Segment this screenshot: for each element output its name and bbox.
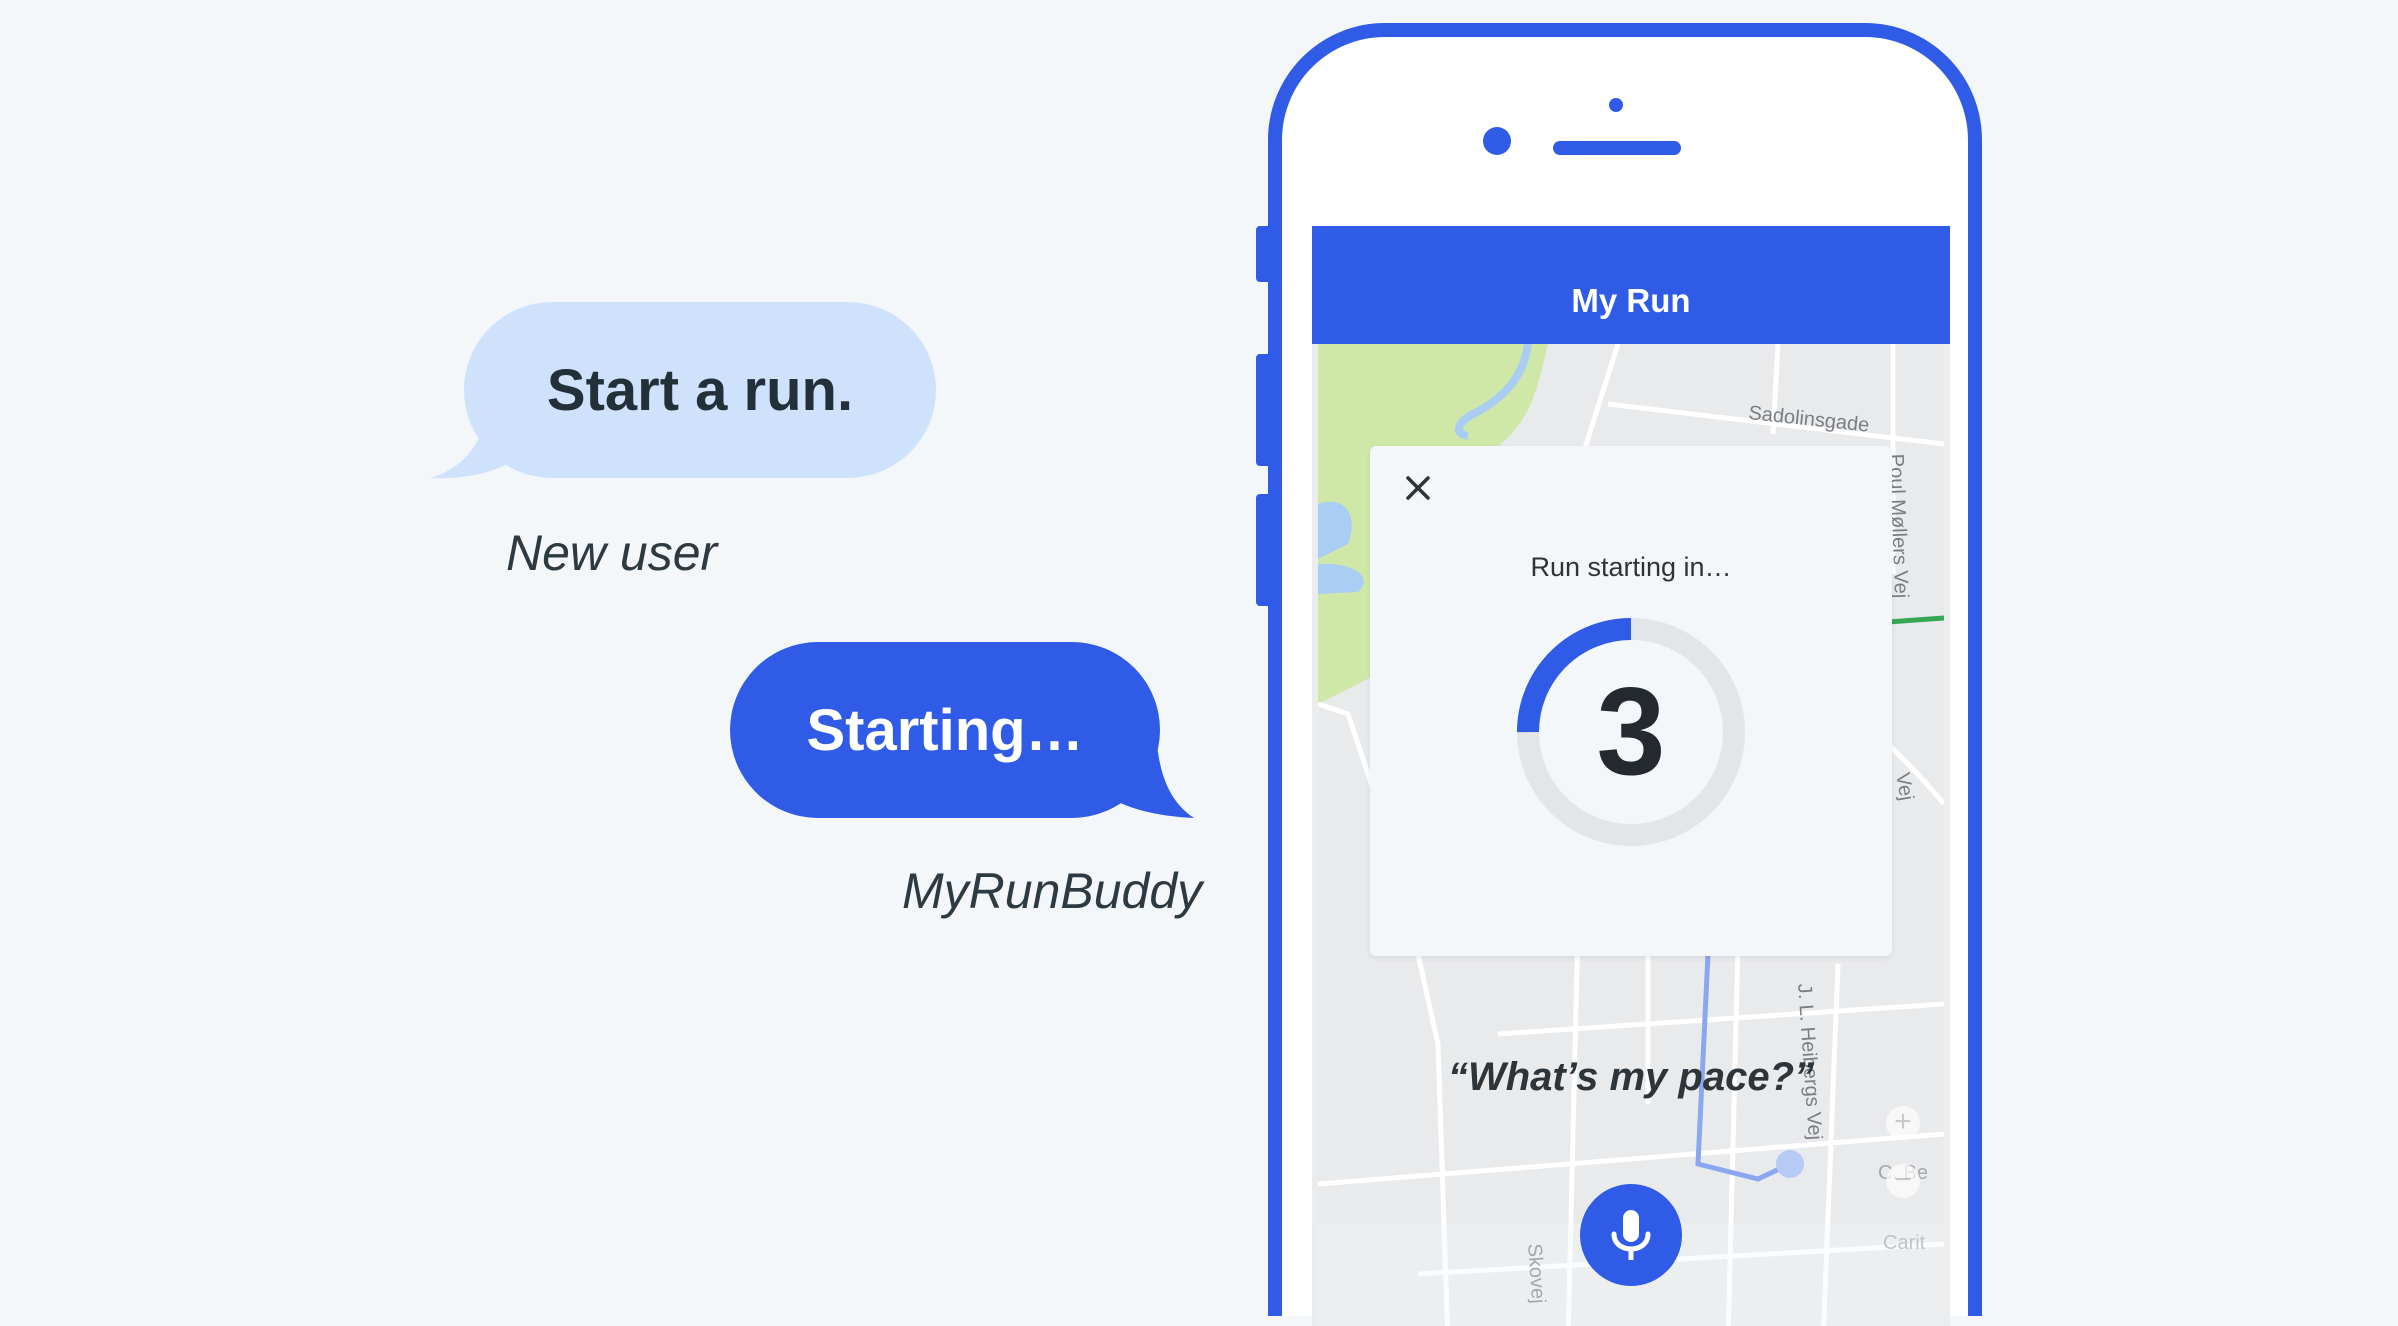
bot-name-caption: MyRunBuddy <box>902 863 1203 919</box>
countdown-number: 3 <box>1596 663 1666 801</box>
user-message-bubble: Start a run. <box>464 302 936 478</box>
phone-frame <box>1256 23 1982 1316</box>
voice-prompt-text: “What’s my pace?” <box>1447 1055 1815 1099</box>
mic-button[interactable] <box>1580 1184 1682 1286</box>
app-bar: My Run <box>1312 226 1950 344</box>
zoom-in-button[interactable]: + <box>1886 1106 1920 1140</box>
mic-icon <box>1611 1210 1651 1260</box>
close-icon[interactable] <box>1398 468 1438 508</box>
countdown-dialog: Run starting in… 3 <box>1370 446 1892 956</box>
app-title: My Run <box>1571 282 1691 319</box>
dialog-title: Run starting in… <box>1530 552 1732 582</box>
user-name-caption: New user <box>506 525 718 581</box>
bot-message-text: Starting… <box>806 697 1084 763</box>
user-message-text: Start a run. <box>546 357 854 423</box>
bot-message-bubble: Starting… <box>730 642 1160 818</box>
zoom-out-button[interactable]: − <box>1886 1164 1920 1198</box>
